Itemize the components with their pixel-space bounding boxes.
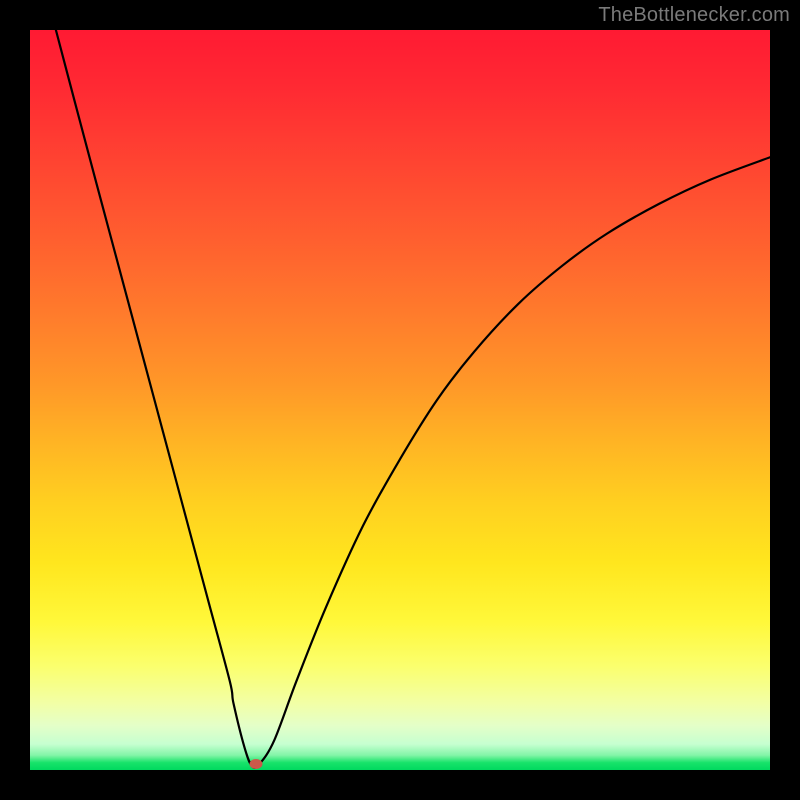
- plot-area: [30, 30, 770, 770]
- bottleneck-curve: [30, 30, 770, 770]
- watermark-text: TheBottlenecker.com: [598, 4, 790, 27]
- chart-frame: TheBottlenecker.com: [0, 0, 800, 800]
- minimum-marker: [249, 759, 262, 769]
